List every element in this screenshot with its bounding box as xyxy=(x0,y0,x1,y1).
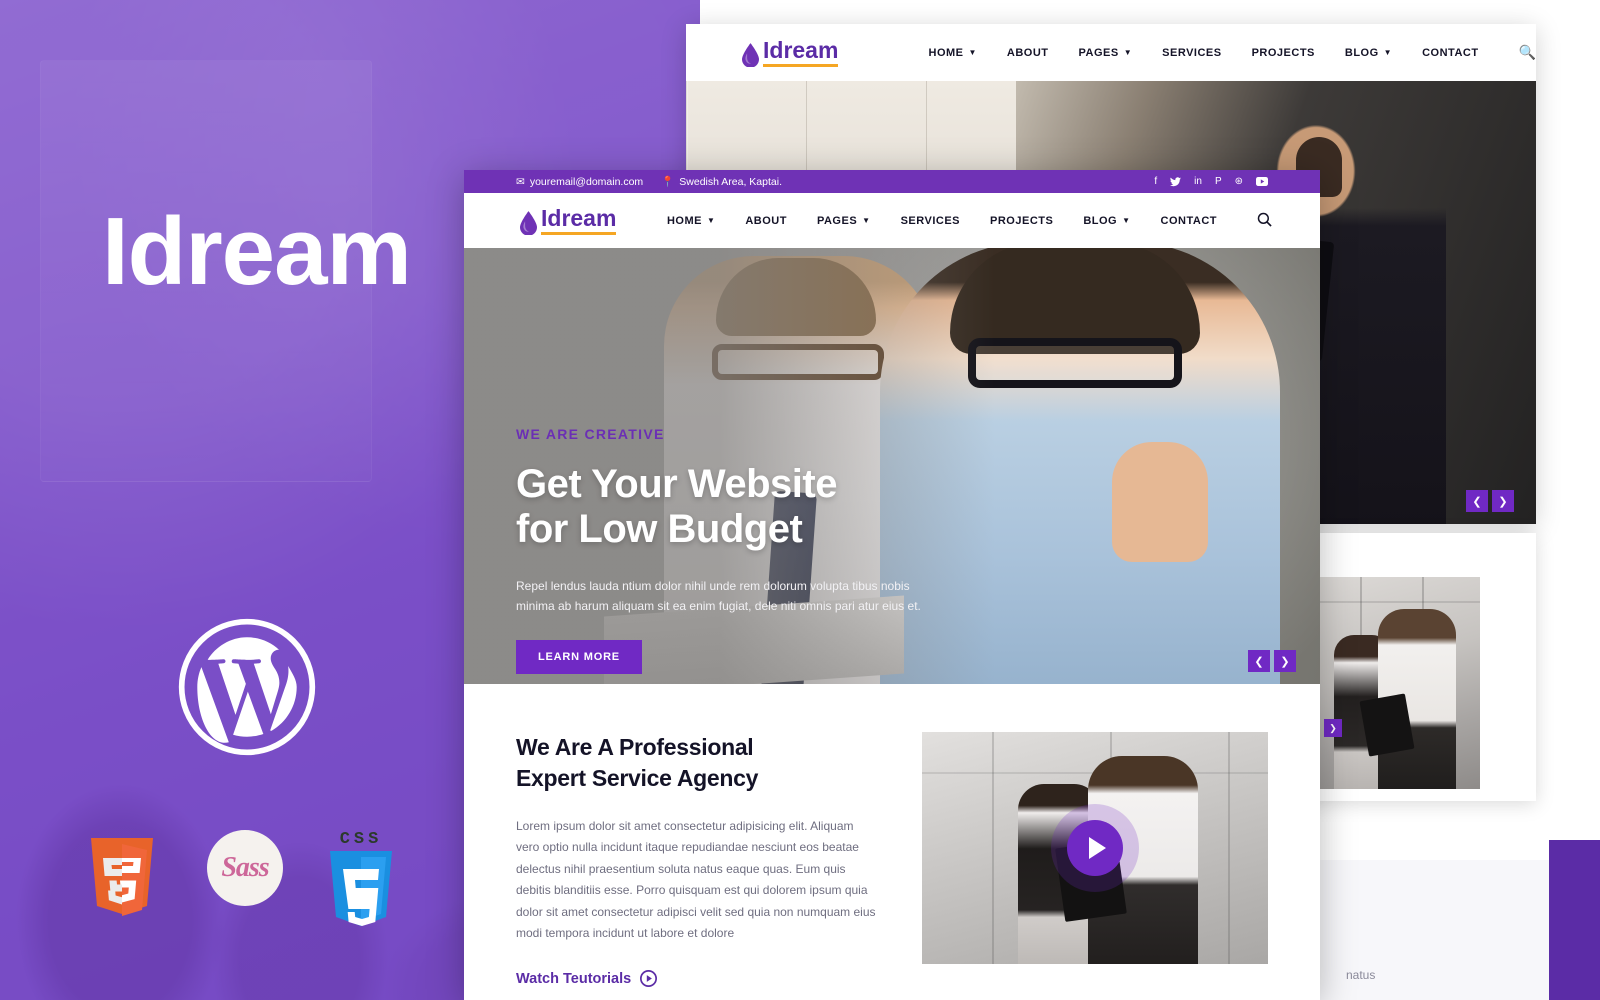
brand-logo-back[interactable]: Idream xyxy=(742,38,839,67)
nav-item-home[interactable]: HOME ▼ xyxy=(929,47,977,59)
back-window-slider-arrows: ❮ ❯ xyxy=(1466,490,1514,512)
chevron-down-icon: ▼ xyxy=(1122,216,1131,225)
nav-item-services[interactable]: SERVICES xyxy=(1162,47,1221,59)
search-icon[interactable] xyxy=(1257,212,1272,230)
watch-tutorials-link[interactable]: Watch Teutorials xyxy=(516,970,878,988)
sass-wordmark: Sass xyxy=(207,830,283,906)
partial-text: natus xyxy=(1346,968,1376,982)
sass-logo: Sass xyxy=(207,830,283,906)
chevron-down-icon: ▼ xyxy=(968,48,977,57)
hero-next-button[interactable]: ❯ xyxy=(1274,650,1296,672)
play-circle-icon xyxy=(640,970,658,988)
chevron-down-icon: ▼ xyxy=(1123,48,1133,57)
hero-description: Repel lendus lauda ntium dolor nihil und… xyxy=(516,578,921,613)
hero-prev-button[interactable]: ❮ xyxy=(1248,650,1270,672)
css3-word: CSS xyxy=(339,830,383,849)
video-play-button[interactable] xyxy=(1066,820,1123,876)
about-title-line1: We Are A Professional xyxy=(516,734,754,760)
twitter-icon[interactable] xyxy=(1170,176,1182,187)
nav-item-blog[interactable]: BLOG ▼ xyxy=(1345,47,1392,59)
about-title: We Are A Professional Expert Service Age… xyxy=(516,732,878,794)
nav-item-pages[interactable]: PAGES ▼ xyxy=(817,215,871,227)
topbar-email[interactable]: ✉ youremail@domain.com xyxy=(516,176,643,188)
nav-item-contact[interactable]: CONTACT xyxy=(1161,215,1217,227)
water-drop-icon xyxy=(742,42,759,67)
nav-item-about[interactable]: ABOUT xyxy=(745,215,787,227)
chevron-down-icon: ▼ xyxy=(1383,48,1393,57)
slider-next-button[interactable]: ❯ xyxy=(1492,490,1514,512)
nav-item-home[interactable]: HOME ▼ xyxy=(667,215,715,227)
hero-slider-arrows: ❮ ❯ xyxy=(1248,650,1296,672)
watch-tutorials-label: Watch Teutorials xyxy=(516,970,632,987)
pinterest-icon[interactable]: P xyxy=(1215,176,1222,187)
nav-item-contact[interactable]: CONTACT xyxy=(1422,47,1478,59)
hero-title-line2: for Low Budget xyxy=(516,506,803,551)
hero-content: WE ARE CREATIVE Get Your Website for Low… xyxy=(516,426,946,675)
top-info-bar: ✉ youremail@domain.com 📍 Swedish Area, K… xyxy=(464,170,1320,193)
background-content-block: natus xyxy=(1320,860,1550,1000)
wordpress-logo xyxy=(178,618,316,756)
learn-more-button[interactable]: LEARN MORE xyxy=(516,640,642,675)
main-navbar: Idream HOME ▼ ABOUT PAGES ▼ SERVICES PRO… xyxy=(464,193,1320,248)
right-purple-strip xyxy=(1549,840,1600,1000)
about-video-thumbnail[interactable] xyxy=(921,732,1268,964)
browser-window-mid: ❮ ❯ xyxy=(1300,533,1536,801)
tech-logos-row: Sass CSS xyxy=(85,830,415,940)
slider-prev-button[interactable]: ❮ xyxy=(1466,490,1488,512)
nav-item-services[interactable]: SERVICES xyxy=(901,215,960,227)
folder-prop xyxy=(1359,693,1415,757)
nav-item-projects[interactable]: PROJECTS xyxy=(990,215,1053,227)
nav-item-projects[interactable]: PROJECTS xyxy=(1252,47,1315,59)
topbar-social-links: f in P ⊛ xyxy=(1154,176,1268,187)
hero-slider: WE ARE CREATIVE Get Your Website for Low… xyxy=(464,248,1320,684)
about-title-line2: Expert Service Agency xyxy=(516,765,759,792)
hero-title-line1: Get Your Website xyxy=(516,462,837,506)
slider-next-button[interactable]: ❯ xyxy=(1324,719,1342,737)
promo-title: Idream xyxy=(102,198,412,305)
linkedin-icon[interactable]: in xyxy=(1194,176,1202,187)
hero-title: Get Your Website for Low Budget xyxy=(516,462,946,552)
about-paragraph: Lorem ipsum dolor sit amet consectetur a… xyxy=(516,819,876,940)
search-icon[interactable]: 🔍 xyxy=(1519,44,1536,61)
nav-item-about[interactable]: ABOUT xyxy=(1007,47,1049,59)
about-section: We Are A Professional Expert Service Age… xyxy=(464,684,1320,988)
main-nav-links: HOME ▼ ABOUT PAGES ▼ SERVICES PROJECTS B… xyxy=(667,215,1217,227)
html5-logo xyxy=(85,838,159,927)
youtube-icon[interactable] xyxy=(1256,177,1268,186)
map-pin-icon: 📍 xyxy=(661,176,675,188)
water-drop-icon xyxy=(520,210,537,235)
topbar-contact-group: ✉ youremail@domain.com 📍 Swedish Area, K… xyxy=(516,175,782,189)
envelope-icon: ✉ xyxy=(516,175,525,188)
brand-name-back: Idream xyxy=(763,38,839,67)
play-icon xyxy=(1088,837,1106,859)
css3-logo: CSS xyxy=(325,830,397,938)
topbar-location: 📍 Swedish Area, Kaptai. xyxy=(661,175,782,189)
chevron-down-icon: ▼ xyxy=(706,216,716,225)
back-window-nav-links: HOME ▼ ABOUT PAGES ▼ SERVICES PROJECTS B… xyxy=(929,47,1479,59)
nav-item-blog[interactable]: BLOG ▼ xyxy=(1083,215,1130,227)
facebook-icon[interactable]: f xyxy=(1154,176,1157,187)
dribbble-icon[interactable]: ⊛ xyxy=(1235,176,1243,187)
nav-item-pages[interactable]: PAGES ▼ xyxy=(1079,47,1133,59)
brand-logo[interactable]: Idream xyxy=(520,206,617,235)
brand-name: Idream xyxy=(541,206,617,235)
chevron-down-icon: ▼ xyxy=(862,216,871,225)
hero-eyebrow: WE ARE CREATIVE xyxy=(516,426,665,442)
back-window-navbar: Idream HOME ▼ ABOUT PAGES ▼ SERVICES PRO… xyxy=(686,24,1536,81)
mid-window-photo xyxy=(1320,577,1480,789)
browser-window-front: ✉ youremail@domain.com 📍 Swedish Area, K… xyxy=(464,170,1320,1000)
about-text-column: We Are A Professional Expert Service Age… xyxy=(516,732,878,988)
